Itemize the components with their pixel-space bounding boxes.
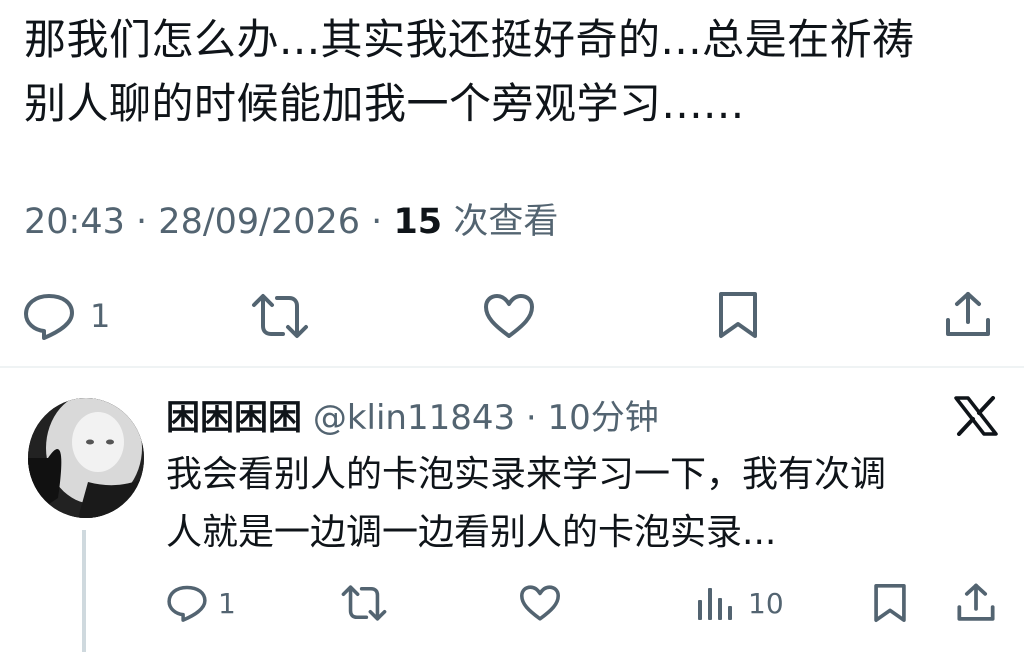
thread-line	[82, 530, 86, 652]
reply-text-line-1: 我会看别人的卡泡实录来学习一下，我有次调	[166, 454, 887, 495]
reply-separator: ·	[525, 398, 537, 438]
divider	[0, 366, 1024, 368]
avatar[interactable]	[28, 398, 144, 518]
views-icon	[698, 588, 732, 620]
tweet-text-line-2: 别人聊的时候能加我一个旁观学习......	[24, 79, 745, 128]
reply-retweet-button[interactable]	[340, 584, 388, 622]
like-icon	[520, 585, 560, 621]
tweet-meta: 20:43 · 28/09/2026 · 15 次查看	[24, 196, 558, 248]
reply-icon	[24, 294, 74, 340]
reply-header: 困困困困 @klin11843 · 10分钟	[166, 392, 659, 444]
reply-like-button[interactable]	[518, 584, 562, 622]
reply-display-name[interactable]: 困困困困	[166, 398, 302, 438]
reply-handle[interactable]: @klin11843	[313, 398, 515, 438]
reply-reply-button[interactable]: 1	[166, 584, 236, 622]
meta-separator: ·	[136, 202, 148, 242]
reply-bookmark-button[interactable]	[872, 582, 908, 624]
reply-button[interactable]: 1	[22, 292, 110, 340]
views-label[interactable]: 次查看	[453, 202, 558, 242]
reply-views-button[interactable]: 10	[696, 584, 784, 622]
share-icon	[957, 583, 995, 621]
share-button[interactable]	[944, 290, 992, 340]
reply-reply-count: 1	[218, 586, 236, 620]
like-icon	[484, 294, 534, 338]
reply-icon	[167, 585, 207, 622]
tweet-date[interactable]: 28/09/2026	[158, 202, 360, 242]
tweet-text: 那我们怎么办...其实我还挺好奇的...总是在祈祷 别人聊的时候能加我一个旁观学…	[24, 8, 984, 136]
retweet-icon	[341, 585, 387, 621]
bookmark-icon	[874, 583, 906, 623]
reply-share-button[interactable]	[956, 582, 996, 624]
bookmark-button[interactable]	[716, 290, 760, 340]
views-count[interactable]: 15	[393, 202, 442, 242]
retweet-button[interactable]	[250, 292, 310, 340]
reply-count: 1	[90, 297, 111, 335]
bookmark-icon	[719, 292, 757, 338]
like-button[interactable]	[482, 292, 536, 340]
tweet-time[interactable]: 20:43	[24, 202, 125, 242]
x-logo-icon	[954, 396, 998, 440]
retweet-icon	[252, 294, 308, 338]
reply-views-count: 10	[748, 586, 784, 620]
reply-time[interactable]: 10分钟	[548, 398, 659, 438]
reply-text: 我会看别人的卡泡实录来学习一下，我有次调 人就是一边调一边看别人的卡泡实录...	[166, 446, 1006, 562]
meta-separator: ·	[371, 202, 383, 242]
share-icon	[946, 292, 990, 336]
tweet-text-line-1: 那我们怎么办...其实我还挺好奇的...总是在祈祷	[24, 15, 915, 64]
reply-text-line-2: 人就是一边调一边看别人的卡泡实录...	[166, 512, 777, 553]
